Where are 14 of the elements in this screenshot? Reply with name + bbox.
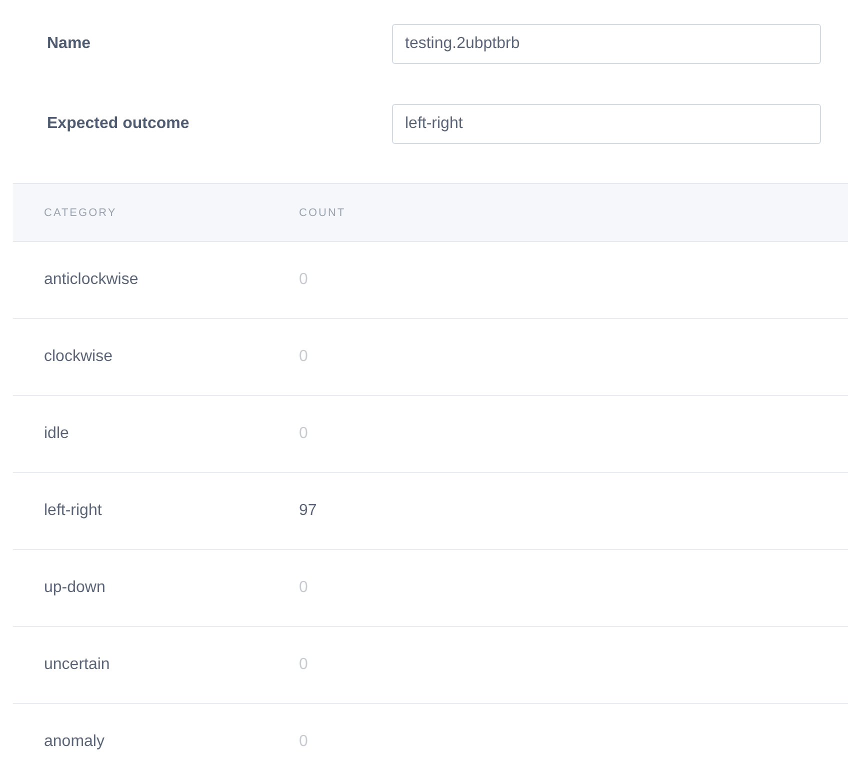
column-header: CATEGORY	[43, 206, 118, 218]
category-cell-text: idle	[43, 425, 70, 443]
field-label: Name	[47, 35, 92, 53]
field-label: Expected outcome	[47, 115, 190, 133]
column-header: COUNT	[299, 206, 346, 218]
category-cell-text: anomaly	[43, 733, 106, 751]
category-cell-text: uncertain	[43, 656, 111, 674]
category-cell-text: up-down	[43, 579, 106, 597]
category-cell-text: left-right	[43, 502, 103, 520]
text-field[interactable]: testing.2ubptbrb	[392, 24, 821, 64]
count-cell: 97	[299, 502, 317, 520]
category-cell-text: anticlockwise	[43, 271, 140, 289]
text-field[interactable]: left-right	[392, 104, 821, 144]
category-cell-text: clockwise	[43, 348, 114, 366]
